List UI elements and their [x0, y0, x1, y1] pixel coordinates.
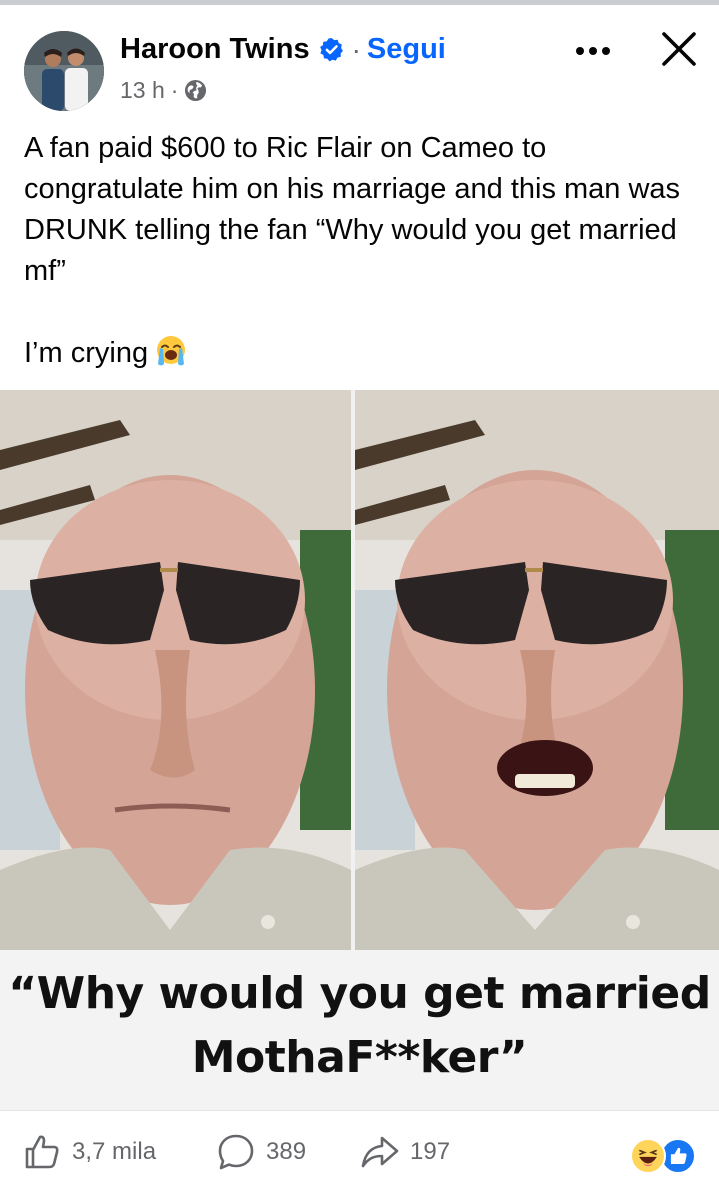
footer-divider — [0, 1110, 719, 1111]
meta-separator: · — [170, 77, 179, 103]
verified-badge-icon — [319, 38, 343, 62]
post-time[interactable]: 13 h — [120, 77, 165, 104]
image-caption: “Why would you get married MothaF**ker” — [0, 950, 719, 1110]
more-options-icon[interactable] — [572, 39, 614, 63]
share-icon — [361, 1136, 399, 1168]
caption-line-1: “Why would you get married — [8, 968, 711, 1019]
like-count: 3,7 mila — [72, 1138, 157, 1165]
thumbs-up-icon — [25, 1135, 59, 1169]
avatar[interactable] — [24, 31, 104, 111]
comment-icon — [218, 1134, 254, 1170]
author-name[interactable]: Haroon Twins — [120, 33, 310, 66]
close-icon[interactable] — [659, 29, 699, 69]
post-text-line-crying: I’m crying — [24, 333, 699, 374]
author-row: Haroon Twins · Segui — [120, 33, 446, 66]
caption-line-2: MothaF**ker” — [191, 1032, 528, 1083]
follow-button[interactable]: Segui — [367, 33, 446, 66]
post-header: Haroon Twins · Segui 13 h · — [0, 5, 719, 115]
post-media[interactable]: “Why would you get married MothaF**ker” — [0, 390, 719, 1110]
haha-reaction-icon — [630, 1138, 666, 1174]
post-meta: 13 h · — [120, 77, 207, 104]
comment-count: 389 — [266, 1138, 307, 1165]
like-button[interactable]: 3,7 mila — [22, 1132, 156, 1172]
post-text-line: A fan paid $600 to Ric Flair on Cameo to… — [24, 132, 681, 287]
separator-dot: · — [351, 33, 361, 65]
globe-icon — [185, 79, 207, 102]
photo-mouth-open — [355, 390, 719, 950]
reactions-summary[interactable] — [630, 1138, 700, 1176]
loudly-crying-face-icon — [157, 336, 186, 366]
post-actions: 3,7 mila 389 197 — [0, 1126, 719, 1186]
comment-button[interactable]: 389 — [216, 1132, 306, 1172]
post-text: A fan paid $600 to Ric Flair on Cameo to… — [24, 128, 699, 374]
photo-mouth-closed — [0, 390, 351, 950]
share-count: 197 — [410, 1138, 451, 1165]
share-button[interactable]: 197 — [360, 1132, 450, 1172]
